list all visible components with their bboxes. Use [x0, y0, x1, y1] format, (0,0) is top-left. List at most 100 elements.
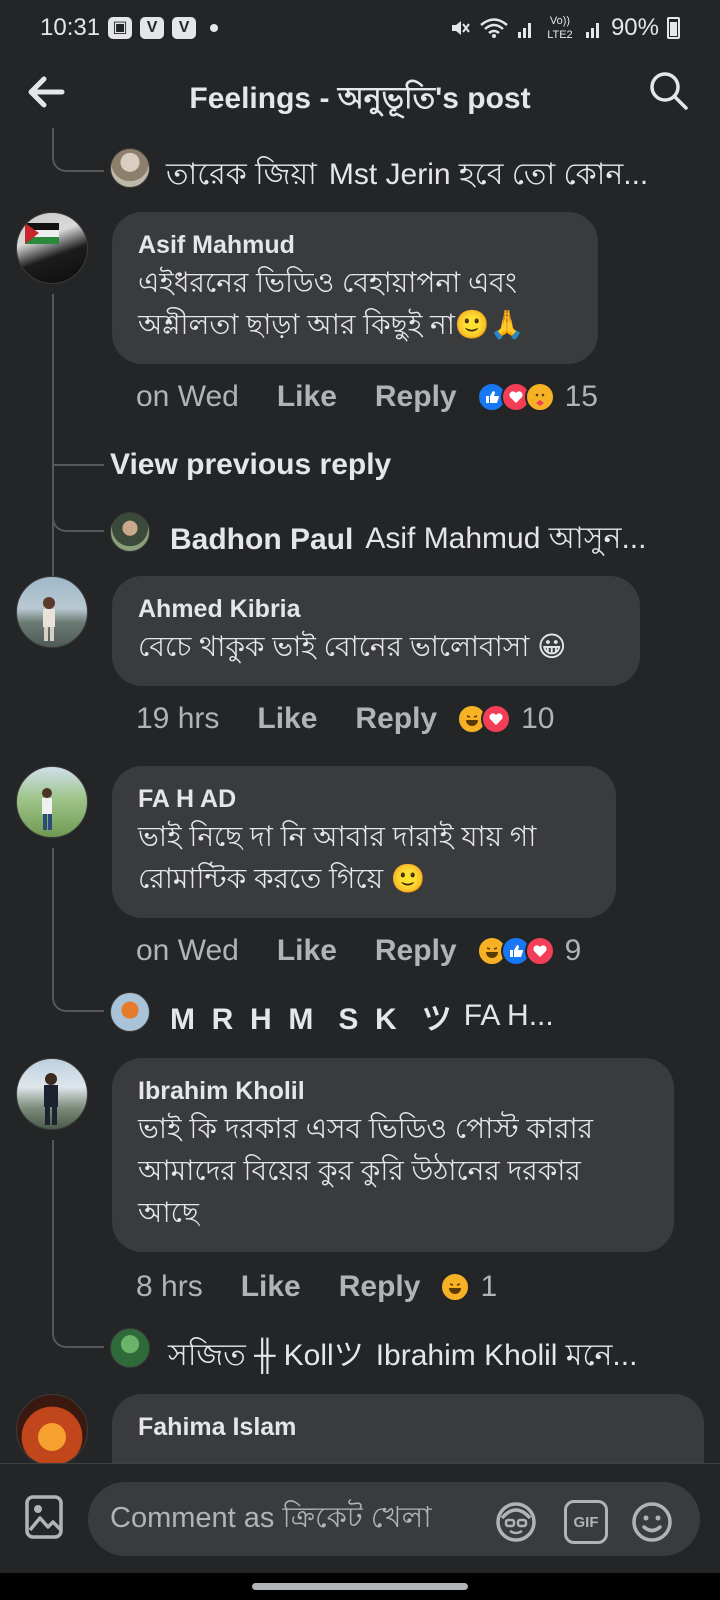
thread-line	[52, 488, 104, 532]
reply-button[interactable]: Reply	[375, 934, 457, 968]
status-left: 10:31 ▣ V V	[40, 14, 219, 42]
reactions[interactable]	[476, 936, 555, 966]
reply-author[interactable]: Badhon Paul	[170, 523, 353, 557]
reply-button[interactable]: Reply	[355, 702, 437, 736]
comment-time: on Wed	[136, 380, 239, 413]
thread-line	[52, 128, 104, 172]
arrow-left-icon[interactable]	[26, 74, 66, 110]
reaction-count[interactable]: 9	[565, 934, 582, 968]
reactions[interactable]	[457, 704, 512, 734]
person-silhouette-icon	[44, 1073, 58, 1125]
reply-author[interactable]: তারেক জিয়া	[166, 150, 317, 201]
view-previous-reply-link[interactable]: View previous reply	[110, 448, 391, 482]
comment-author[interactable]: Fahima Islam	[138, 1410, 678, 1444]
comment-input[interactable]: Comment as ক্রিকেট খেলা GIF	[88, 1482, 700, 1556]
thread-line	[52, 464, 104, 466]
avatar[interactable]	[110, 148, 150, 188]
gallery-notification-icon: ▣	[108, 17, 133, 39]
gif-icon[interactable]: GIF	[564, 1500, 608, 1544]
reactions[interactable]	[476, 382, 555, 412]
comment-text: এইধরনের ভিডিও বেহায়াপনা এবং	[138, 267, 517, 298]
comment-author[interactable]: Asif Mahmud	[138, 228, 572, 262]
comment-actions: 19 hrs Like Reply 10	[136, 702, 555, 736]
flag-icon	[25, 223, 59, 244]
comment-text: অশ্লীলতা ছাড়া আর কিছুই না🙂🙏	[138, 309, 525, 340]
status-bar: 10:31 ▣ V V Vo)) LTE2 90%	[0, 0, 720, 56]
comment-text: আমাদের বিয়ের কুর কুরি উঠানের দরকার	[138, 1155, 581, 1186]
comment-text: আছে	[138, 1197, 199, 1228]
status-right: Vo)) LTE2 90%	[449, 14, 680, 42]
avatar[interactable]	[16, 1394, 88, 1463]
reply-preview[interactable]: M R H M S K ツ FA H...	[170, 994, 554, 1038]
reply-button[interactable]: Reply	[375, 380, 457, 414]
thread-line	[52, 1140, 54, 1308]
reply-snippet: Mst Jerin হবে তো কোন...	[328, 158, 649, 191]
comment-bubble[interactable]: Asif Mahmud এইধরনের ভিডিও বেহায়াপনা এবং…	[112, 212, 598, 364]
person-silhouette-icon	[43, 597, 55, 641]
reply-snippet: Ibrahim Kholil মনে...	[375, 1338, 638, 1372]
v-notification-icon: V	[140, 17, 165, 39]
photo-icon[interactable]	[24, 1494, 64, 1540]
system-nav-bar	[0, 1573, 720, 1600]
comment-composer: Comment as ক্রিকেট খেলা GIF	[0, 1463, 720, 1573]
love-reaction-icon	[524, 936, 555, 966]
like-button[interactable]: Like	[257, 702, 317, 736]
comment-actions: on Wed Like Reply 9	[136, 934, 581, 968]
top-bar: Feelings - অনুভূতি's post	[0, 56, 720, 128]
comment-text: বেচে থাকুক ভাই বোনের ভালোবাসা 😀	[138, 631, 567, 662]
reactions[interactable]	[440, 1272, 471, 1302]
avatar-sticker-icon[interactable]	[494, 1500, 538, 1544]
avatar[interactable]	[16, 1058, 88, 1130]
clock: 10:31	[40, 14, 101, 41]
wifi-icon	[480, 18, 508, 38]
avatar[interactable]	[110, 1328, 150, 1368]
comment-bubble[interactable]: Ahmed Kibria বেচে থাকুক ভাই বোনের ভালোবা…	[112, 576, 640, 686]
home-gesture-handle[interactable]	[252, 1583, 468, 1590]
comment-text: ভাই নিছে দা নি আবার দারাই যায় গা	[138, 821, 537, 852]
comment-time: on Wed	[136, 934, 239, 967]
reply-preview[interactable]: সজিত ╫ Kollツ Ibrahim Kholil মনে...	[168, 1330, 637, 1382]
thread-line	[52, 1304, 104, 1348]
care-reaction-icon	[524, 382, 555, 412]
reply-preview[interactable]: Badhon Paul Asif Mahmud আসুন...	[170, 514, 646, 565]
reply-author[interactable]: সজিত ╫ Kollツ	[168, 1330, 364, 1382]
avatar[interactable]	[16, 576, 88, 648]
gif-label: GIF	[573, 1513, 599, 1531]
reaction-count[interactable]: 10	[521, 702, 554, 736]
reply-author[interactable]: M R H M S K ツ	[170, 994, 452, 1038]
comment-bubble[interactable]: Ibrahim Kholil ভাই কি দরকার এসব ভিডিও পো…	[112, 1058, 674, 1252]
reply-snippet: FA H...	[463, 999, 554, 1032]
like-button[interactable]: Like	[277, 934, 337, 968]
avatar[interactable]	[16, 212, 88, 284]
comment-text: রোমান্টিক করতে গিয়ে 🙂	[138, 863, 426, 894]
network-type: Vo)) LTE2	[547, 15, 573, 41]
reply-button[interactable]: Reply	[339, 1270, 421, 1304]
avatar[interactable]	[16, 766, 88, 838]
like-button[interactable]: Like	[277, 380, 337, 414]
reply-preview[interactable]: তারেক জিয়া Mst Jerin হবে তো কোন...	[166, 150, 648, 201]
like-button[interactable]: Like	[241, 1270, 301, 1304]
signal-icon	[585, 23, 599, 38]
reaction-count[interactable]: 1	[480, 1270, 497, 1304]
v-notification-icon: V	[172, 17, 197, 39]
battery-icon	[667, 17, 680, 39]
comment-placeholder: Comment as ক্রিকেট খেলা	[110, 1501, 432, 1534]
comments-feed[interactable]: তারেক জিয়া Mst Jerin হবে তো কোন... Asif…	[0, 128, 720, 1463]
comment-time: 19 hrs	[136, 702, 220, 735]
emoji-icon[interactable]	[630, 1500, 674, 1544]
reaction-count[interactable]: 15	[565, 380, 598, 414]
signal-icon	[517, 23, 531, 38]
comment-author[interactable]: FA H AD	[138, 782, 590, 816]
comment-author[interactable]: Ibrahim Kholil	[138, 1074, 648, 1108]
haha-reaction-icon	[440, 1272, 471, 1302]
comment-author[interactable]: Ahmed Kibria	[138, 592, 614, 626]
comment-bubble[interactable]: FA H AD ভাই নিছে দা নি আবার দারাই যায় গ…	[112, 766, 616, 918]
battery-percent: 90%	[610, 14, 659, 41]
search-icon[interactable]	[648, 70, 690, 112]
avatar[interactable]	[110, 512, 150, 552]
avatar[interactable]	[110, 992, 150, 1032]
comment-bubble[interactable]: Fahima Islam	[112, 1394, 704, 1463]
comment-actions: on Wed Like Reply 15	[136, 380, 598, 414]
comment-actions: 8 hrs Like Reply 1	[136, 1270, 497, 1304]
more-notifications-dot	[210, 24, 219, 32]
